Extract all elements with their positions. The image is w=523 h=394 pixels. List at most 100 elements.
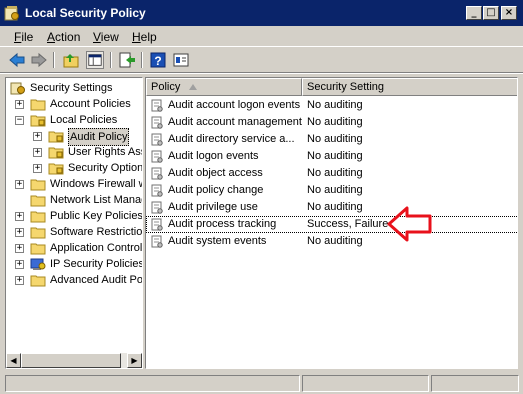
folder-open-icon [30,115,46,127]
policy-setting: No auditing [307,116,363,128]
column-header-security-setting[interactable]: Security Setting [302,78,517,96]
menu-file[interactable]: File [14,30,33,44]
export-list-icon[interactable] [118,51,136,69]
tree-item-label: Public Key Policies [50,210,143,222]
expand-icon[interactable]: + [15,276,24,285]
policy-icon [151,235,163,248]
status-panel-secondary [302,375,429,392]
toolbar-separator [53,52,55,68]
policy-name: Audit process tracking [168,218,277,230]
policy-setting: No auditing [307,235,363,247]
toolbar: ? [0,47,523,73]
scroll-right-button[interactable]: ▶ [127,353,142,368]
expand-icon[interactable]: + [15,100,24,109]
policy-icon [151,201,163,214]
menu-view[interactable]: View [93,30,119,44]
folder-icon [30,195,46,207]
title-bar[interactable]: Local Security Policy _ □ × [0,0,523,26]
tree-item-label: Application Control Policies [50,242,143,254]
properties-icon[interactable] [172,51,190,69]
menu-bar: File Action View Help [0,26,523,47]
policy-icon [151,99,163,112]
security-settings-icon [10,82,25,95]
scroll-thumb[interactable] [21,353,121,368]
toolbar-separator [110,52,112,68]
expand-icon[interactable]: + [33,132,42,141]
tree-item-label: User Rights Assignment [68,146,142,158]
policy-name: Audit policy change [168,184,264,196]
tree-item-label: Windows Firewall with Advanced Security [50,178,142,190]
svg-text:?: ? [154,54,161,68]
folder-icon [48,147,64,159]
tree-item-label: IP Security Policies on Local Computer [50,258,143,270]
menu-action[interactable]: Action [47,30,80,44]
folder-icon [48,131,64,143]
list-pane[interactable]: Policy Security Setting Audit account lo… [145,77,518,369]
policy-row[interactable]: Audit account logon events No auditing [146,97,517,114]
help-icon[interactable]: ? [149,51,167,69]
tree-item-label: Network List Manager Policies [50,194,142,206]
policy-setting: No auditing [307,133,363,145]
policy-name: Audit logon events [168,150,259,162]
policy-icon [151,218,163,231]
policy-name: Audit directory service a... [168,133,295,145]
expand-icon[interactable]: + [15,244,24,253]
status-bar [0,372,523,394]
policy-icon [151,133,163,146]
ip-security-icon [30,258,46,270]
expand-icon[interactable]: + [15,260,24,269]
column-header-policy[interactable]: Policy [146,78,302,96]
policy-row[interactable]: Audit object access No auditing [146,165,517,182]
close-button[interactable]: × [501,6,517,20]
collapse-icon[interactable]: − [15,116,24,125]
expand-icon[interactable]: + [15,180,24,189]
maximize-button[interactable]: □ [483,6,499,20]
expand-icon[interactable]: + [33,148,42,157]
policy-name: Audit account management [168,116,302,128]
tree-horizontal-scrollbar[interactable]: ◀ ▶ [6,353,142,368]
policy-row[interactable]: Audit policy change No auditing [146,182,517,199]
folder-icon [30,179,46,191]
folder-icon [48,163,64,175]
policy-row[interactable]: Audit system events No auditing [146,233,517,250]
policy-icon [151,116,163,129]
policy-row[interactable]: Audit process tracking Success, Failure [146,216,517,233]
annotation-arrow [387,206,432,242]
policy-setting: No auditing [307,167,363,179]
policy-row[interactable]: Audit logon events No auditing [146,148,517,165]
tree-item-label: Local Policies [50,114,118,126]
folder-icon [30,227,46,239]
policy-icon [151,167,163,180]
forward-icon[interactable] [30,51,48,69]
tree-item-label: Advanced Audit Policy Configuration [50,274,143,286]
policy-setting: No auditing [307,201,363,213]
policy-setting: Success, Failure [307,218,389,230]
back-icon[interactable] [8,51,26,69]
up-folder-icon[interactable] [62,51,80,69]
tree-root-label: Security Settings [30,82,113,94]
status-panel-tertiary [431,375,519,392]
policy-row[interactable]: Audit directory service a... No auditing [146,131,517,148]
policy-setting: No auditing [307,184,363,196]
tree-item-label: Account Policies [50,98,131,110]
expand-icon[interactable]: + [15,228,24,237]
scroll-left-button[interactable]: ◀ [6,353,21,368]
tree-item-label: Software Restriction Policies [50,226,143,238]
policy-name: Audit account logon events [168,99,301,111]
show-hide-tree-icon[interactable] [86,51,104,69]
policy-row[interactable]: Audit privilege use No auditing [146,199,517,216]
minimize-button[interactable]: _ [466,6,482,20]
status-panel-main [5,375,300,392]
folder-icon [30,275,46,287]
toolbar-separator [141,52,143,68]
sort-ascending-icon [189,84,197,90]
expand-icon[interactable]: + [15,212,24,221]
tree-pane[interactable]: Security Settings + Account Policies − Loca… [5,77,143,369]
tree-item-label: Security Options [68,162,143,174]
policy-name: Audit system events [168,235,267,247]
policy-row[interactable]: Audit account management No auditing [146,114,517,131]
expand-icon[interactable]: + [33,164,42,173]
folder-icon [30,211,46,223]
policy-setting: No auditing [307,99,363,111]
menu-help[interactable]: Help [132,30,157,44]
